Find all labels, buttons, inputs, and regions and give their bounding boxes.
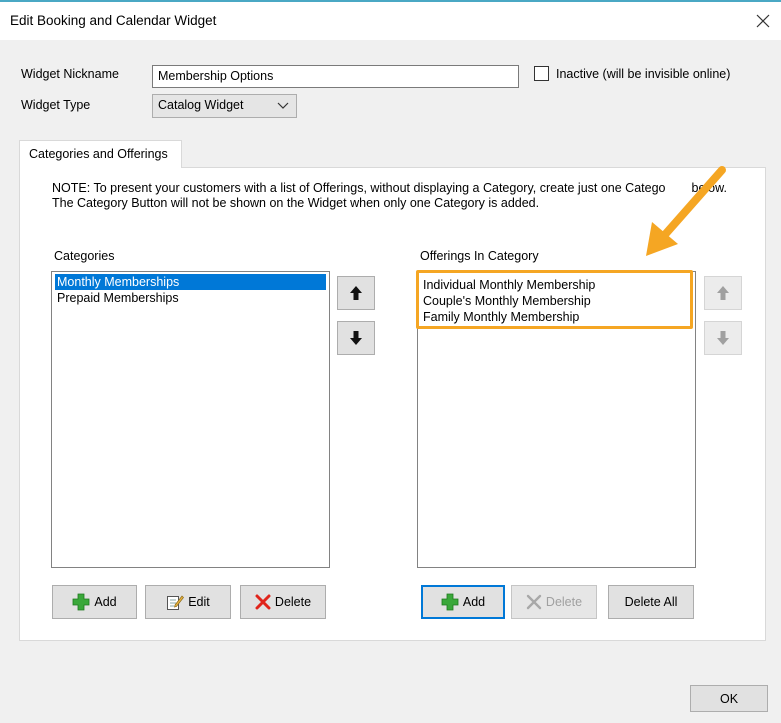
arrow-up-icon bbox=[350, 286, 362, 300]
category-edit-label: Edit bbox=[188, 595, 210, 609]
offerings-list[interactable]: Individual Monthly Membership Couple's M… bbox=[417, 271, 696, 568]
offerings-label: Offerings In Category bbox=[420, 249, 539, 263]
category-move-down-button[interactable] bbox=[337, 321, 375, 355]
offering-item-individual[interactable]: Individual Monthly Membership bbox=[421, 277, 692, 293]
arrow-down-icon bbox=[350, 331, 362, 345]
arrow-up-icon bbox=[717, 286, 729, 300]
note-line-1: NOTE: To present your customers with a l… bbox=[52, 181, 727, 196]
close-icon bbox=[756, 14, 770, 28]
delete-x-icon bbox=[526, 594, 542, 610]
category-delete-button[interactable]: Delete bbox=[240, 585, 326, 619]
widget-type-select[interactable]: Catalog Widget bbox=[152, 94, 297, 118]
category-edit-button[interactable]: Edit bbox=[145, 585, 231, 619]
offering-delete-button[interactable]: Delete bbox=[511, 585, 597, 619]
offering-add-button[interactable]: Add bbox=[421, 585, 505, 619]
offering-delete-label: Delete bbox=[545, 595, 583, 609]
note-line-2: The Category Button will not be shown on… bbox=[52, 196, 540, 210]
plus-icon bbox=[72, 593, 90, 611]
chevron-down-icon bbox=[277, 102, 289, 109]
nickname-label: Widget Nickname bbox=[21, 67, 119, 81]
offering-item-couples[interactable]: Couple's Monthly Membership bbox=[421, 293, 692, 309]
title-bar: Edit Booking and Calendar Widget bbox=[0, 0, 781, 40]
category-item-monthly[interactable]: Monthly Memberships bbox=[55, 274, 326, 290]
offering-move-down-button[interactable] bbox=[704, 321, 742, 355]
close-button[interactable] bbox=[750, 8, 776, 34]
inactive-checkbox[interactable] bbox=[534, 66, 549, 81]
category-item-prepaid[interactable]: Prepaid Memberships bbox=[55, 290, 326, 306]
categories-list[interactable]: Monthly Memberships Prepaid Memberships bbox=[51, 271, 330, 568]
offering-move-up-button[interactable] bbox=[704, 276, 742, 310]
note-line-1-text: NOTE: To present your customers with a l… bbox=[52, 181, 666, 195]
arrow-down-icon bbox=[717, 331, 729, 345]
type-label: Widget Type bbox=[21, 98, 91, 112]
offering-add-label: Add bbox=[462, 595, 486, 609]
category-add-label: Add bbox=[94, 595, 117, 609]
annotation-arrow-icon bbox=[646, 166, 726, 256]
ok-button[interactable]: OK bbox=[690, 685, 768, 712]
nickname-input[interactable]: Membership Options bbox=[152, 65, 519, 88]
tab-categories-and-offerings[interactable]: Categories and Offerings bbox=[19, 140, 182, 168]
offering-delete-all-button[interactable]: Delete All bbox=[608, 585, 694, 619]
plus-icon bbox=[441, 593, 459, 611]
categories-label: Categories bbox=[54, 249, 115, 263]
delete-x-icon bbox=[255, 594, 271, 610]
offering-item-family[interactable]: Family Monthly Membership bbox=[421, 309, 692, 325]
category-move-up-button[interactable] bbox=[337, 276, 375, 310]
edit-icon bbox=[167, 595, 185, 610]
category-add-button[interactable]: Add bbox=[52, 585, 137, 619]
category-delete-label: Delete bbox=[274, 595, 312, 609]
inactive-label: Inactive (will be invisible online) bbox=[556, 67, 731, 81]
widget-type-value: Catalog Widget bbox=[158, 98, 244, 112]
window-title: Edit Booking and Calendar Widget bbox=[10, 13, 217, 28]
